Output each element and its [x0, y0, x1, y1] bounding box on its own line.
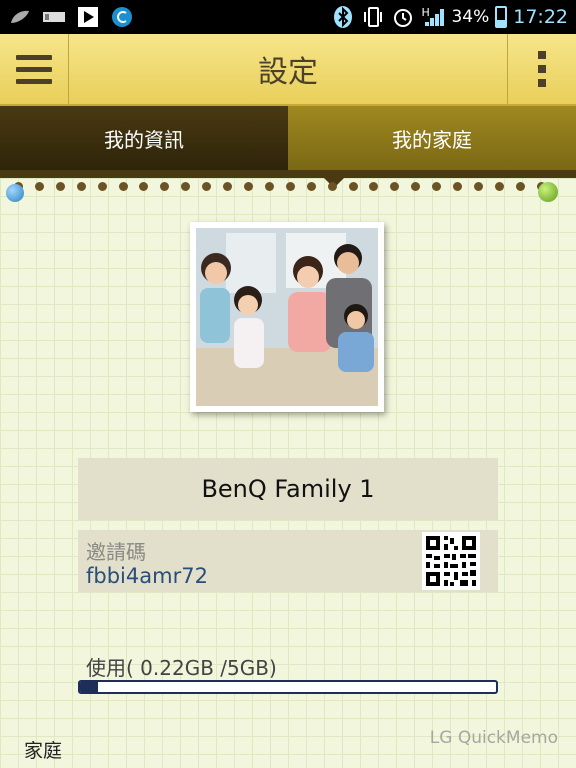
border-dot [139, 182, 149, 191]
tab-bar: 我的資訊 我的家庭 [0, 106, 576, 170]
leaf-icon [8, 6, 32, 28]
border-dot [515, 182, 525, 191]
storage-usage-label: 使用( 0.22GB /5GB) [86, 656, 277, 680]
invite-code-label: 邀請碼 [86, 540, 146, 564]
border-dot [264, 182, 274, 191]
storage-usage-fill [80, 682, 99, 692]
border-dot [181, 182, 191, 191]
battery-icon [495, 6, 508, 28]
border-dot [76, 182, 86, 191]
storage-icon [42, 6, 66, 28]
border-dot [390, 182, 400, 191]
border-dot [494, 182, 504, 191]
page-title: 設定 [258, 55, 318, 90]
qr-code-icon[interactable] [422, 532, 480, 590]
hamburger-icon [16, 54, 52, 60]
border-dot [473, 182, 483, 191]
border-dot [411, 182, 421, 191]
clock: 17:22 [513, 6, 568, 28]
more-dots-icon [538, 51, 546, 59]
alarm-icon [391, 6, 415, 28]
section-label: 家庭 [24, 740, 63, 762]
tab-my-info[interactable]: 我的資訊 [0, 106, 288, 170]
border-dot [97, 182, 107, 191]
invite-code-panel: 邀請碼 fbbi4amr72 [78, 530, 498, 592]
battery-percent: 34% [451, 7, 490, 27]
storage-usage-bar [78, 680, 498, 694]
border-dot [243, 182, 253, 191]
family-panel: BenQ Family 1 邀請碼 fbbi4amr72 使用( 0.22GB … [0, 176, 576, 768]
border-dot [285, 182, 295, 191]
invite-code-value: fbbi4amr72 [86, 564, 208, 588]
status-bar: H 34% 17:22 [0, 0, 576, 34]
pushpin-green-icon [538, 182, 558, 202]
border-dot [223, 182, 233, 191]
border-dot [453, 182, 463, 191]
border-dot [118, 182, 128, 191]
family-photo[interactable] [190, 222, 384, 412]
border-dot [34, 182, 44, 191]
family-name[interactable]: BenQ Family 1 [78, 458, 498, 520]
play-store-icon [76, 6, 100, 28]
border-dot [160, 182, 170, 191]
vibrate-icon [361, 6, 385, 28]
border-dot [55, 182, 65, 191]
tab-underline [0, 170, 576, 178]
menu-button[interactable] [0, 34, 69, 104]
family-photo-image [196, 228, 378, 406]
watermark: LG QuickMemo [429, 728, 558, 748]
network-type-label: H [421, 6, 430, 19]
pushpin-blue-icon [6, 184, 24, 202]
overflow-menu-button[interactable] [507, 34, 576, 104]
border-dot [327, 182, 337, 191]
sync-icon [110, 6, 134, 28]
tab-my-family[interactable]: 我的家庭 [288, 106, 576, 170]
signal-icon: H [421, 6, 445, 28]
border-dot [348, 182, 358, 191]
border-dot [432, 182, 442, 191]
border-dot [202, 182, 212, 191]
dotted-border [14, 182, 546, 192]
bluetooth-icon [331, 6, 355, 28]
border-dot [369, 182, 379, 191]
border-dot [306, 182, 316, 191]
title-bar: 設定 [0, 34, 576, 106]
